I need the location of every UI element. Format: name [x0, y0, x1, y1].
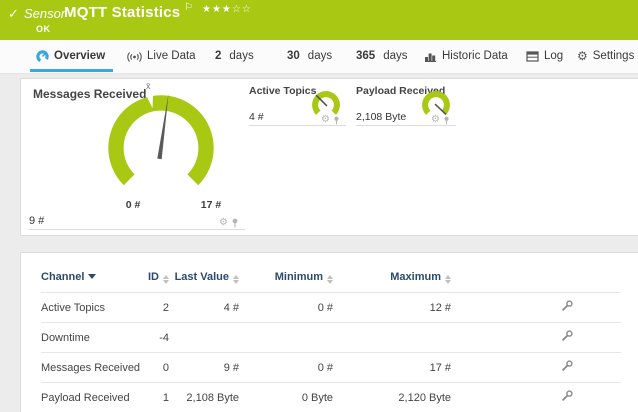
maximum-cell: 2,120 Byte — [333, 383, 451, 412]
channel-settings-wrench-icon[interactable] — [561, 360, 573, 372]
pushpin-icon[interactable] — [333, 116, 340, 125]
divider — [249, 125, 346, 126]
tab-label: days — [383, 50, 407, 62]
table-header-row: Channel ID Last Value Minimum Maximum — [41, 267, 621, 293]
tab-label: 30 — [287, 50, 300, 62]
tab-30-days[interactable]: 30 days — [287, 40, 332, 72]
table-row: Payload Received 1 2,108 Byte 0 Byte 2,1… — [41, 383, 621, 412]
tab-label: Live Data — [147, 50, 196, 62]
gear-icon[interactable]: ⚙ — [431, 115, 440, 125]
minimum-cell: 0 Byte — [239, 383, 333, 412]
channel-name-cell: Active Topics — [41, 293, 131, 323]
table-row: Downtime -4 — [41, 323, 621, 353]
active-topics-value: 4 # — [249, 111, 264, 123]
stars-filled: ★★★ — [202, 4, 232, 15]
tab-label: days — [308, 50, 332, 62]
table-row: Active Topics 2 4 # 0 # 12 # — [41, 293, 621, 323]
gauge-footer-icons: ⚙ — [431, 115, 450, 125]
prtg-sensor-page: { "header": { "status_icon": "✓", "kind"… — [0, 0, 638, 400]
gauge-footer-icons: ⚙ — [321, 115, 340, 125]
gear-icon[interactable]: ⚙ — [321, 115, 330, 125]
column-header-id[interactable]: ID — [131, 267, 169, 293]
column-header-channel[interactable]: Channel — [41, 267, 131, 293]
priority-stars[interactable]: ★★★☆☆ — [202, 4, 252, 15]
tab-historic-data[interactable]: Historic Data — [424, 40, 508, 72]
log-table-icon — [526, 51, 539, 62]
primary-gauge: x̄ — [93, 80, 229, 216]
sort-arrows-icon — [445, 275, 451, 284]
minimum-cell — [239, 323, 333, 353]
channels-panel: Channel ID Last Value Minimum Maximum Ac… — [20, 252, 638, 412]
payload-received-value: 2,108 Byte — [356, 111, 406, 123]
status-ok-check-icon: ✓ — [8, 6, 19, 22]
last-value-cell: 4 # — [169, 293, 239, 323]
sort-arrows-icon — [163, 275, 169, 284]
tab-log[interactable]: Log — [526, 40, 563, 72]
object-kind-label: Sensor — [24, 6, 65, 21]
channel-name-cell: Payload Received — [41, 383, 131, 412]
minimum-cell: 0 # — [239, 353, 333, 383]
column-header-actions — [451, 267, 621, 293]
tab-label: days — [229, 50, 253, 62]
flag-icon[interactable]: ⚐ — [184, 2, 193, 13]
channel-settings-wrench-icon[interactable] — [561, 330, 573, 342]
tab-label: Settings — [593, 50, 635, 62]
channel-id-cell: -4 — [131, 323, 169, 353]
gauge-icon — [36, 50, 49, 63]
stars-empty: ☆☆ — [232, 4, 252, 15]
pushpin-icon[interactable] — [443, 116, 450, 125]
tab-overview[interactable]: Overview — [36, 40, 105, 72]
channel-name-cell: Downtime — [41, 323, 131, 353]
channel-settings-wrench-icon[interactable] — [561, 390, 573, 402]
sort-caret-icon — [88, 274, 96, 279]
maximum-cell: 12 # — [333, 293, 451, 323]
gauge-footer-icons: ⚙ — [219, 218, 239, 228]
maximum-cell: 17 # — [333, 353, 451, 383]
tab-365-days[interactable]: 365 days — [356, 40, 407, 72]
bar-chart-icon — [424, 51, 437, 62]
tab-settings[interactable]: ⚙ Settings — [577, 40, 634, 72]
tab-label: Overview — [54, 50, 105, 62]
status-badge: OK — [36, 24, 51, 34]
gear-icon: ⚙ — [577, 50, 588, 62]
tab-label: Log — [544, 50, 563, 62]
last-value-cell: 2,108 Byte — [169, 383, 239, 412]
tab-2-days[interactable]: 2 days — [215, 40, 254, 72]
maximum-cell — [333, 323, 451, 353]
primary-gauge-dial — [93, 80, 229, 216]
last-value-cell: 9 # — [169, 353, 239, 383]
tab-label: 365 — [356, 50, 375, 62]
tab-bar: Overview Live Data 2days 30days 365days … — [0, 40, 638, 74]
channel-id-cell: 1 — [131, 383, 169, 412]
channel-name-cell: Messages Received — [41, 353, 131, 383]
broadcast-icon — [127, 50, 142, 62]
column-header-maximum[interactable]: Maximum — [333, 267, 451, 293]
last-value-cell — [169, 323, 239, 353]
tab-live-data[interactable]: Live Data — [127, 40, 196, 72]
sensor-header: ✓ Sensor MQTT Statistics ⚐ ★★★☆☆ OK — [0, 0, 638, 40]
gauges-panel: Messages Received x̄ 0 # 17 # 9 # ⚙ Acti… — [20, 78, 638, 236]
column-header-minimum[interactable]: Minimum — [239, 267, 333, 293]
gauge-min-label: 0 # — [113, 199, 153, 211]
sort-arrows-icon — [233, 275, 239, 284]
sort-arrows-icon — [327, 275, 333, 284]
divider — [29, 229, 245, 230]
average-marker-label: x̄ — [146, 81, 151, 91]
tab-label: 2 — [215, 50, 221, 62]
pushpin-icon[interactable] — [231, 218, 239, 228]
table-row: Messages Received 0 9 # 0 # 17 # — [41, 353, 621, 383]
divider — [356, 125, 456, 126]
primary-gauge-value: 9 # — [29, 215, 44, 227]
column-header-last-value[interactable]: Last Value — [169, 267, 239, 293]
page-title: MQTT Statistics — [64, 4, 180, 21]
minimum-cell: 0 # — [239, 293, 333, 323]
gauge-max-label: 17 # — [191, 199, 231, 211]
channels-table: Channel ID Last Value Minimum Maximum Ac… — [41, 267, 621, 412]
gear-icon[interactable]: ⚙ — [219, 218, 228, 228]
channel-settings-wrench-icon[interactable] — [561, 300, 573, 312]
tab-label: Historic Data — [442, 50, 508, 62]
active-topics-title: Active Topics — [249, 85, 317, 97]
channel-id-cell: 2 — [131, 293, 169, 323]
